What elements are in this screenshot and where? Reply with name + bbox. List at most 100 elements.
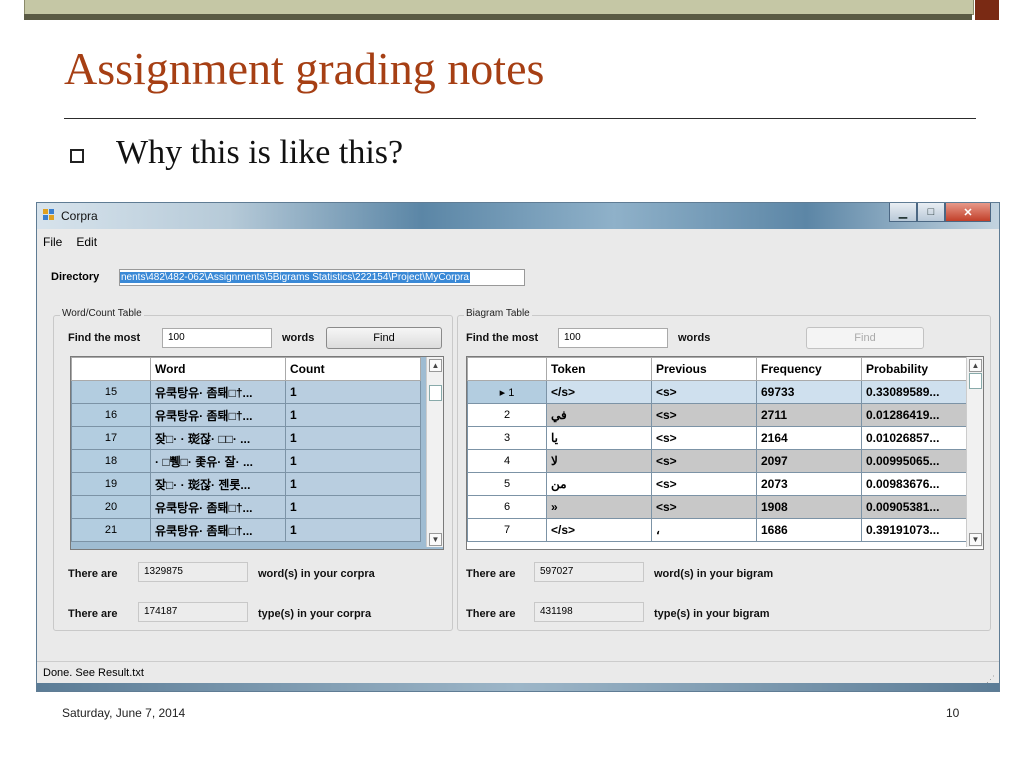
bigram-find-button[interactable]: Find bbox=[806, 327, 924, 349]
previous-cell[interactable]: <s> bbox=[651, 472, 757, 496]
word-cell[interactable]: 유쿡탕유· 좀퇘□†... bbox=[150, 380, 286, 404]
table-row[interactable]: 19 잦□· · 珳잖· 젠롯... 1 bbox=[71, 472, 421, 496]
menu-file[interactable]: File bbox=[43, 235, 62, 249]
word-cell[interactable]: 잦□· · 珳잖· □□· ... bbox=[150, 426, 286, 450]
probability-cell[interactable]: 0.00983676... bbox=[861, 472, 967, 496]
table-row[interactable]: 3 يا <s> 2164 0.01026857... bbox=[467, 426, 967, 450]
frequency-cell[interactable]: 2164 bbox=[756, 426, 862, 450]
previous-cell[interactable]: ، bbox=[651, 518, 757, 542]
scroll-thumb[interactable] bbox=[969, 373, 982, 389]
count-cell[interactable]: 1 bbox=[285, 449, 421, 473]
frequency-cell[interactable]: 69733 bbox=[756, 380, 862, 404]
frequency-cell[interactable]: 1686 bbox=[756, 518, 862, 542]
word-count-group: Word/Count Table Find the most 100 words… bbox=[53, 308, 453, 631]
word-grid-corner bbox=[71, 357, 151, 381]
probability-cell[interactable]: 0.01286419... bbox=[861, 403, 967, 427]
word-column-header[interactable]: Word bbox=[150, 357, 286, 381]
bigram-type-count-suffix: type(s) in your bigram bbox=[654, 608, 770, 620]
row-number: 15 bbox=[71, 380, 151, 404]
window-title: Corpra bbox=[61, 209, 98, 223]
previous-column-header[interactable]: Previous bbox=[651, 357, 757, 381]
word-cell[interactable]: · □쀙□· 좇유· 잘· ... bbox=[150, 449, 286, 473]
word-cell[interactable]: 잦□· · 珳잖· 젠롯... bbox=[150, 472, 286, 496]
probability-cell[interactable]: 0.33089589... bbox=[861, 380, 967, 404]
table-row[interactable]: 2 في <s> 2711 0.01286419... bbox=[467, 403, 967, 427]
count-cell[interactable]: 1 bbox=[285, 380, 421, 404]
count-column-header[interactable]: Count bbox=[285, 357, 421, 381]
bigram-grid-corner bbox=[467, 357, 547, 381]
corpra-window: Corpra ▁ □ ✕ File Edit Directory nents\4… bbox=[36, 202, 1000, 692]
table-row[interactable]: ▸ 1 </s> <s> 69733 0.33089589... bbox=[467, 380, 967, 404]
scroll-down-icon[interactable]: ▼ bbox=[969, 533, 982, 546]
probability-cell[interactable]: 0.00905381... bbox=[861, 495, 967, 519]
probability-cell[interactable]: 0.39191073... bbox=[861, 518, 967, 542]
word-cell[interactable]: 유쿡탕유· 좀퇘□†... bbox=[150, 495, 286, 519]
word-find-input[interactable]: 100 bbox=[162, 328, 272, 348]
bigram-find-input[interactable]: 100 bbox=[558, 328, 668, 348]
previous-cell[interactable]: <s> bbox=[651, 403, 757, 427]
count-cell[interactable]: 1 bbox=[285, 495, 421, 519]
table-row[interactable]: 20 유쿡탕유· 좀퇘□†... 1 bbox=[71, 495, 421, 519]
word-count-suffix: word(s) in your corpra bbox=[258, 568, 375, 580]
table-row[interactable]: 18 · □쀙□· 좇유· 잘· ... 1 bbox=[71, 449, 421, 473]
count-cell[interactable]: 1 bbox=[285, 426, 421, 450]
bigram-grid[interactable]: Token Previous Frequency Probability ▸ 1… bbox=[466, 356, 984, 550]
title-divider bbox=[64, 118, 976, 119]
table-row[interactable]: 6» <s> 1908 0.00905381... bbox=[467, 495, 967, 519]
probability-cell[interactable]: 0.01026857... bbox=[861, 426, 967, 450]
row-number: 16 bbox=[71, 403, 151, 427]
frequency-cell[interactable]: 1908 bbox=[756, 495, 862, 519]
status-bar: Done. See Result.txt ⋰ bbox=[37, 661, 999, 684]
bullet-square-icon bbox=[70, 149, 84, 163]
table-row[interactable]: 5 من <s> 2073 0.00983676... bbox=[467, 472, 967, 496]
app-icon bbox=[43, 209, 54, 220]
scroll-up-icon[interactable]: ▲ bbox=[969, 359, 982, 372]
previous-cell[interactable]: <s> bbox=[651, 449, 757, 473]
token-cell[interactable]: </s> bbox=[546, 518, 652, 542]
scroll-up-icon[interactable]: ▲ bbox=[429, 359, 442, 372]
row-number: 20 bbox=[71, 495, 151, 519]
probability-cell[interactable]: 0.00995065... bbox=[861, 449, 967, 473]
bigram-there-are-2: There are bbox=[466, 608, 516, 620]
word-grid-scrollbar[interactable]: ▲ ▼ bbox=[426, 357, 443, 547]
close-button[interactable]: ✕ bbox=[945, 203, 991, 222]
count-cell[interactable]: 1 bbox=[285, 403, 421, 427]
probability-column-header[interactable]: Probability bbox=[861, 357, 967, 381]
window-titlebar[interactable]: Corpra ▁ □ ✕ bbox=[37, 203, 999, 229]
token-cell[interactable]: » bbox=[546, 495, 652, 519]
word-find-button[interactable]: Find bbox=[326, 327, 442, 349]
table-row[interactable]: 7 </s> ، 1686 0.39191073... bbox=[467, 518, 967, 542]
token-cell[interactable]: </s> bbox=[546, 380, 652, 404]
minimize-button[interactable]: ▁ bbox=[889, 203, 917, 222]
word-there-are-2: There are bbox=[68, 608, 118, 620]
previous-cell[interactable]: <s> bbox=[651, 426, 757, 450]
table-row[interactable]: 16 유쿡탕유· 좀퇘□†... 1 bbox=[71, 403, 421, 427]
token-cell[interactable]: يا bbox=[546, 426, 652, 450]
scroll-down-icon[interactable]: ▼ bbox=[429, 533, 442, 546]
bigram-there-are-1: There are bbox=[466, 568, 516, 580]
table-row[interactable]: 15 유쿡탕유· 좀퇘□†... 1 bbox=[71, 380, 421, 404]
frequency-cell[interactable]: 2073 bbox=[756, 472, 862, 496]
token-cell[interactable]: من bbox=[546, 472, 652, 496]
scroll-thumb[interactable] bbox=[429, 385, 442, 401]
count-cell[interactable]: 1 bbox=[285, 518, 421, 542]
token-cell[interactable]: لا bbox=[546, 449, 652, 473]
menu-edit[interactable]: Edit bbox=[76, 235, 97, 249]
token-cell[interactable]: في bbox=[546, 403, 652, 427]
word-count-grid[interactable]: Word Count 15 유쿡탕유· 좀퇘□†... 1 16 유쿡탕유· 좀퇘□†… bbox=[70, 356, 444, 550]
previous-cell[interactable]: <s> bbox=[651, 495, 757, 519]
maximize-button[interactable]: □ bbox=[917, 203, 945, 222]
bigram-grid-scrollbar[interactable]: ▲ ▼ bbox=[966, 357, 983, 547]
table-row[interactable]: 21 유쿡탕유· 좀퇘□†... 1 bbox=[71, 518, 421, 542]
frequency-column-header[interactable]: Frequency bbox=[756, 357, 862, 381]
count-cell[interactable]: 1 bbox=[285, 472, 421, 496]
table-row[interactable]: 4 لا <s> 2097 0.00995065... bbox=[467, 449, 967, 473]
directory-input[interactable]: nents\482\482-062\Assignments\5Bigrams S… bbox=[119, 269, 525, 286]
frequency-cell[interactable]: 2711 bbox=[756, 403, 862, 427]
word-cell[interactable]: 유쿡탕유· 좀퇘□†... bbox=[150, 403, 286, 427]
token-column-header[interactable]: Token bbox=[546, 357, 652, 381]
table-row[interactable]: 17 잦□· · 珳잖· □□· ... 1 bbox=[71, 426, 421, 450]
frequency-cell[interactable]: 2097 bbox=[756, 449, 862, 473]
previous-cell[interactable]: <s> bbox=[651, 380, 757, 404]
word-cell[interactable]: 유쿡탕유· 좀퇘□†... bbox=[150, 518, 286, 542]
